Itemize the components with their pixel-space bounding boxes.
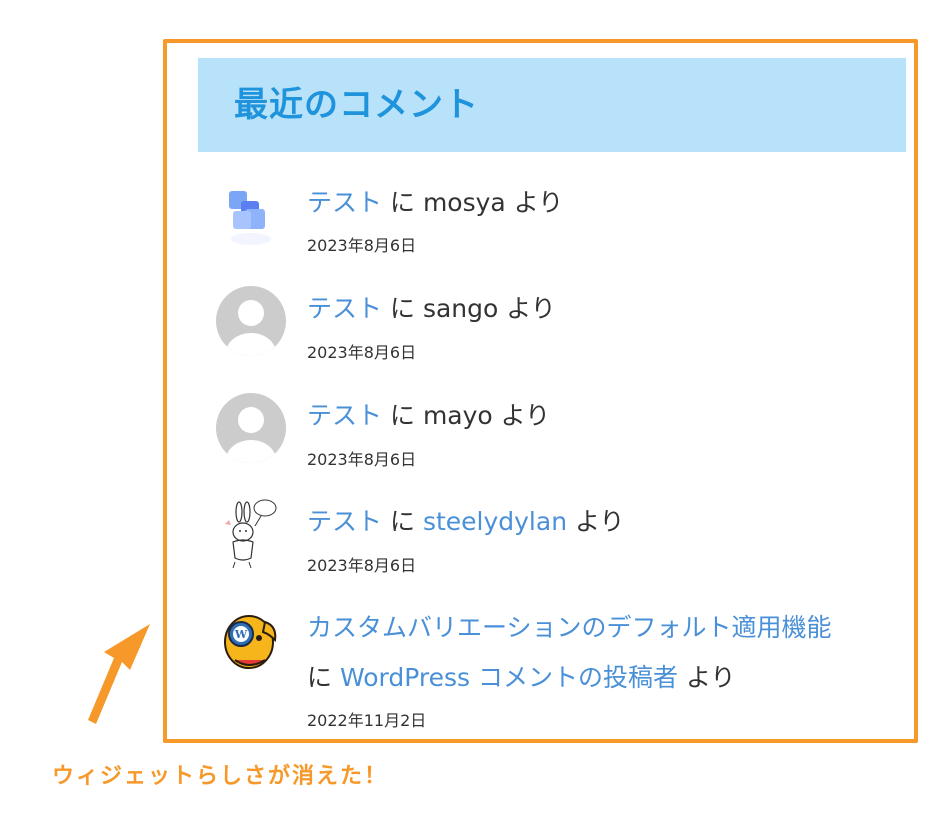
- comment-line: テスト に mayo より: [307, 398, 550, 434]
- comment-author: mosya: [422, 188, 506, 217]
- annotation-note: ウィジェットらしさが消えた！: [52, 764, 389, 789]
- post-link[interactable]: テスト: [307, 401, 382, 430]
- post-link[interactable]: テスト: [307, 294, 382, 323]
- comment-author-link[interactable]: WordPress コメントの投稿者: [340, 663, 678, 692]
- comment-line: テスト に sango より: [307, 291, 556, 327]
- connector-text: に: [389, 188, 415, 217]
- connector-text: に: [389, 507, 415, 536]
- blue-logo-avatar-icon: [215, 185, 287, 257]
- default-user-avatar-icon: [216, 286, 286, 356]
- connector-text: に: [307, 663, 333, 692]
- comment-author: sango: [422, 294, 499, 323]
- comment-date: 2023年8月6日: [307, 236, 417, 255]
- default-user-avatar-icon: [216, 393, 286, 463]
- comment-date: 2023年8月6日: [307, 450, 417, 469]
- comment-line: カスタムバリエーションのデフォルト適用機能: [307, 610, 832, 646]
- post-link[interactable]: テスト: [307, 507, 382, 536]
- comment-author-link[interactable]: steelydylan: [423, 507, 567, 536]
- suffix-text: より: [500, 401, 551, 430]
- suffix-text: より: [685, 663, 736, 692]
- rabbit-drawing-avatar-icon: [215, 498, 287, 570]
- connector-text: に: [389, 294, 415, 323]
- comment-line: テスト に steelydylan より: [307, 504, 625, 540]
- arrow-up-icon: [88, 624, 150, 724]
- suffix-text: より: [506, 294, 556, 323]
- svg-text:W: W: [234, 628, 248, 641]
- comment-line-continued: に WordPress コメントの投稿者 より: [307, 660, 735, 696]
- connector-text: に: [389, 401, 415, 430]
- comment-line: テスト に mosya より: [307, 185, 563, 221]
- suffix-text: より: [575, 507, 625, 536]
- comment-date: 2023年8月6日: [307, 343, 417, 362]
- post-link[interactable]: テスト: [307, 188, 382, 217]
- suffix-text: より: [513, 188, 564, 217]
- comment-date: 2023年8月6日: [307, 556, 417, 575]
- comment-author: mayo: [422, 401, 493, 430]
- wapuu-avatar-icon: W: [215, 604, 287, 676]
- comment-date: 2022年11月2日: [307, 711, 427, 730]
- post-link[interactable]: カスタムバリエーションのデフォルト適用機能: [307, 613, 832, 642]
